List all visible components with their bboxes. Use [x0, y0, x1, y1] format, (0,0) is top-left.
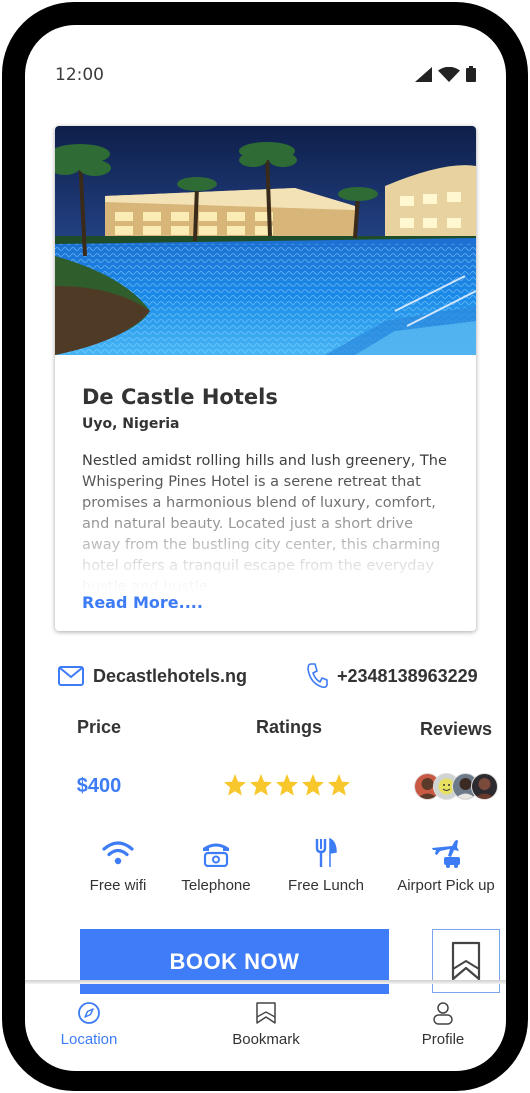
phone-screen: 12:00 De Castle Hotels Uyo, Nigeria Nest… — [25, 25, 506, 1071]
profile-icon — [433, 1002, 453, 1025]
signal-icon — [415, 66, 432, 82]
nav-label: Profile — [421, 1031, 465, 1048]
hotel-pool-photo — [55, 126, 476, 355]
phone-number: +2348138963229 — [337, 665, 478, 686]
hotel-card[interactable]: De Castle Hotels Uyo, Nigeria Nestled am… — [55, 126, 476, 631]
hotel-description: Nestled amidst rolling hills and lush gr… — [82, 453, 447, 593]
nav-location[interactable]: Location — [53, 1000, 125, 1048]
wifi-icon — [438, 66, 460, 82]
amenity-free-lunch: Free Lunch — [284, 835, 368, 894]
airport-pickup-icon — [432, 840, 460, 868]
bookmark-icon — [451, 941, 481, 981]
wifi-icon — [102, 841, 134, 865]
status-time: 12:00 — [55, 65, 104, 85]
amenity-label: Free Lunch — [288, 877, 364, 894]
email-text: Decastlehotels.ng — [93, 665, 248, 686]
bottom-nav-divider — [25, 980, 506, 984]
price-value: $400 — [76, 775, 122, 797]
star-icon — [328, 774, 350, 796]
battery-icon — [466, 66, 476, 82]
amenity-telephone: Telephone — [176, 835, 256, 894]
hotel-description-container: Nestled amidst rolling hills and lush gr… — [82, 451, 452, 593]
amenity-label: Airport Pick up — [397, 877, 495, 894]
fork-knife-icon — [315, 838, 337, 867]
phone-icon — [307, 663, 328, 689]
amenity-label: Free wifi — [89, 877, 147, 894]
price-label: Price — [76, 717, 122, 737]
bookmark-icon — [256, 1002, 276, 1024]
book-now-button[interactable]: BOOK NOW — [80, 929, 389, 994]
email-contact[interactable]: Decastlehotels.ng — [58, 661, 247, 691]
star-icon — [224, 774, 246, 796]
amenity-label: Telephone — [181, 877, 251, 894]
star-icon — [276, 774, 298, 796]
telephone-icon — [203, 843, 229, 867]
nav-label: Location — [60, 1031, 118, 1048]
star-icon — [250, 774, 272, 796]
read-more-link[interactable]: Read More.... — [82, 593, 203, 612]
compass-icon — [78, 1002, 100, 1024]
reviewer-avatar — [471, 773, 498, 800]
status-icons — [415, 66, 476, 82]
nav-profile[interactable]: Profile — [414, 1000, 472, 1048]
amenity-airport-pickup: Airport Pick up — [391, 835, 501, 894]
phone-contact[interactable]: +2348138963229 — [306, 661, 478, 691]
amenity-free-wifi: Free wifi — [83, 835, 153, 894]
rating-stars — [223, 773, 351, 797]
nav-bookmark[interactable]: Bookmark — [222, 1000, 310, 1048]
phone-mockup: 12:00 De Castle Hotels Uyo, Nigeria Nest… — [0, 0, 530, 1093]
mail-icon — [58, 666, 84, 686]
star-icon — [302, 774, 324, 796]
hotel-location: Uyo, Nigeria — [82, 416, 180, 432]
reviews-label: Reviews — [419, 719, 493, 739]
nav-label: Bookmark — [232, 1031, 300, 1048]
ratings-label: Ratings — [255, 717, 322, 737]
status-bar: 12:00 — [55, 65, 476, 87]
hotel-name: De Castle Hotels — [82, 385, 278, 409]
